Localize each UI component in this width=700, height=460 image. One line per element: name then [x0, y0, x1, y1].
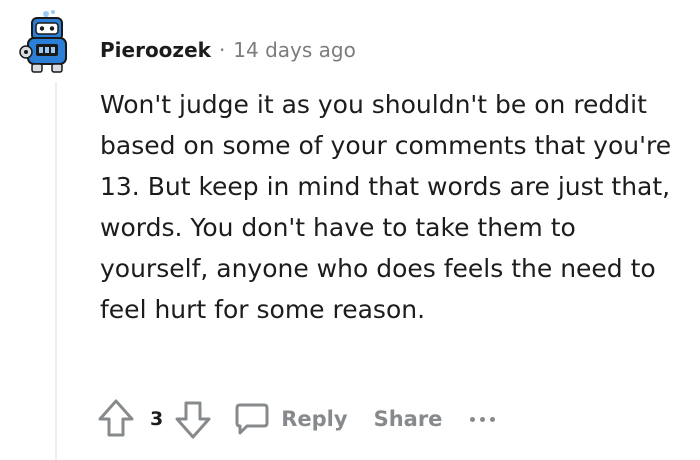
- more-options-button[interactable]: [470, 416, 496, 422]
- comment-header: Pieroozek · 14 days ago: [100, 36, 356, 64]
- downvote-button[interactable]: [173, 397, 213, 441]
- ellipsis-icon: [490, 416, 496, 422]
- ellipsis-icon: [470, 416, 476, 422]
- upvote-button[interactable]: [96, 397, 136, 441]
- upvote-arrow-icon: [98, 399, 134, 437]
- share-button[interactable]: Share: [374, 407, 443, 431]
- avatar[interactable]: [18, 8, 76, 76]
- thread-line[interactable]: [55, 82, 57, 460]
- speech-bubble-icon: [235, 403, 269, 435]
- separator-dot: ·: [218, 38, 226, 62]
- author-username[interactable]: Pieroozek: [100, 38, 211, 62]
- comment-timestamp[interactable]: 14 days ago: [233, 38, 356, 62]
- ellipsis-icon: [480, 416, 486, 422]
- reply-button[interactable]: Reply: [231, 399, 348, 439]
- downvote-arrow-icon: [175, 401, 211, 439]
- robot-avatar-icon: [19, 10, 67, 73]
- reply-label: Reply: [281, 407, 348, 431]
- comment-body: Won't judge it as you shouldn't be on re…: [100, 90, 672, 324]
- vote-score: 3: [150, 408, 164, 430]
- comment-actions: 3 Reply Share: [96, 396, 496, 442]
